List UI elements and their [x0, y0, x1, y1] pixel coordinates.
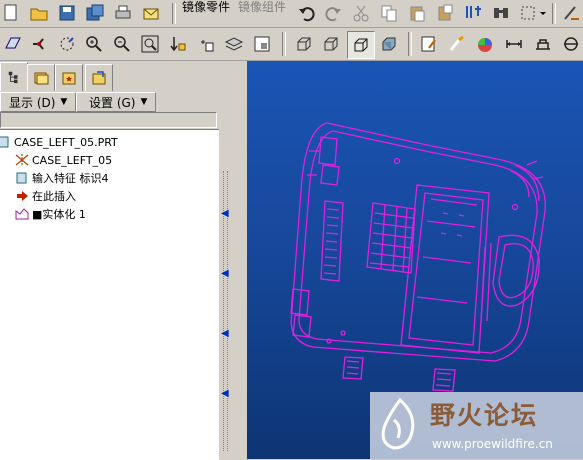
tree-item-label: 输入特征 标识4 [32, 172, 109, 185]
layer-tree-tab[interactable] [27, 64, 55, 91]
tree-item-insert-here[interactable]: 在此插入 [15, 188, 76, 204]
redo-icon[interactable] [322, 2, 344, 24]
collapse-left-icon[interactable]: ◀ [221, 209, 229, 219]
toolbar-separator [282, 32, 286, 56]
hidden-line-display-icon[interactable] [320, 33, 342, 55]
send-mail-icon[interactable] [140, 2, 162, 24]
settings-menu-label: 设置 (G) [89, 95, 136, 110]
import-feature-icon [15, 171, 29, 185]
save-icon[interactable] [56, 2, 78, 24]
reorient-icon[interactable] [167, 33, 189, 55]
appearance-icon[interactable] [446, 33, 468, 55]
navigator-panel: 显示 (D) ▼ 设置 (G) ▼ CASE_LEFT_05.PRT CASE_… [0, 61, 219, 460]
paste-icon[interactable] [406, 2, 428, 24]
chevron-down-icon: ▼ [140, 97, 148, 107]
measure-icon[interactable] [503, 33, 525, 55]
solidify-icon [15, 207, 29, 221]
zoom-out-icon[interactable] [111, 33, 133, 55]
find-icon[interactable] [490, 2, 512, 24]
tree-item-label: ■实体化 1 [32, 208, 86, 221]
cut-icon[interactable] [350, 2, 372, 24]
toolbar-separator [552, 3, 556, 24]
toolbar-separator [408, 32, 412, 56]
collapse-left-icon[interactable]: ◀ [221, 389, 229, 399]
datum-axis-display-icon[interactable] [29, 33, 51, 55]
folder-layers-icon [34, 72, 49, 85]
copy-icon[interactable] [378, 2, 400, 24]
model-setup-icon[interactable] [418, 33, 440, 55]
no-hidden-display-icon[interactable] [347, 31, 375, 59]
connections-folder-icon [92, 71, 106, 85]
tree-filter-bar[interactable] [0, 112, 217, 128]
chevron-down-icon: ▼ [60, 97, 68, 107]
print-icon[interactable] [112, 2, 134, 24]
part-icon [0, 135, 11, 149]
connections-tab[interactable] [85, 64, 113, 91]
save-copy-icon[interactable] [84, 2, 106, 24]
tree-item-solidify[interactable]: ■实体化 1 [15, 206, 86, 222]
tree-item-label: CASE_LEFT_05 [32, 153, 113, 167]
tree-item-import-feature[interactable]: 输入特征 标识4 [15, 170, 109, 186]
favorites-tab[interactable] [55, 64, 83, 91]
model-tree-icon [8, 71, 18, 84]
settings-menu-button[interactable]: 设置 (G) ▼ [76, 92, 156, 112]
zoom-in-icon[interactable] [83, 33, 105, 55]
show-menu-label: 显示 (D) [9, 95, 56, 110]
datum-plane-display-icon[interactable] [2, 33, 24, 55]
favorites-folder-icon [62, 72, 76, 85]
insert-here-arrow-icon [15, 189, 29, 203]
view-toolbar [0, 28, 583, 61]
view-manager-icon[interactable] [251, 33, 273, 55]
color-palette-icon[interactable] [474, 33, 496, 55]
chevron-down-icon[interactable] [538, 2, 548, 24]
saved-views-icon[interactable] [195, 33, 217, 55]
forum-watermark: 野火论坛 www.proewildfire.cn [370, 392, 583, 459]
mirror-assembly-label[interactable]: 镜像组件 [238, 0, 286, 14]
show-menu-button[interactable]: 显示 (D) ▼ [0, 92, 76, 112]
refit-icon[interactable] [139, 33, 161, 55]
watermark-title: 野火论坛 [430, 401, 539, 430]
section-analysis-icon[interactable] [560, 33, 582, 55]
sketch-tool-icon[interactable] [560, 2, 582, 24]
collapse-left-icon[interactable]: ◀ [221, 269, 229, 279]
collapse-left-icon[interactable]: ◀ [221, 329, 229, 339]
model-tree-tab[interactable] [0, 62, 28, 91]
model-tree: CASE_LEFT_05.PRT CASE_LEFT_05 输入特征 标识4 在… [0, 129, 219, 460]
toolbar-separator [172, 3, 176, 24]
select-box-icon[interactable] [518, 2, 540, 24]
model-analysis-icon[interactable] [532, 33, 554, 55]
flame-logo-icon [381, 397, 415, 450]
datum-point-display-icon[interactable] [56, 33, 78, 55]
panel-splitter[interactable]: ◀ ◀ ◀ ◀ [219, 61, 247, 459]
wireframe-display-icon[interactable] [293, 33, 315, 55]
tree-item-label: 在此插入 [32, 190, 76, 203]
regenerate-icon[interactable] [462, 2, 484, 24]
open-folder-icon[interactable] [28, 2, 50, 24]
watermark-url: www.proewildfire.cn [432, 437, 553, 451]
tree-item-label: CASE_LEFT_05.PRT [14, 135, 118, 149]
new-file-icon[interactable] [0, 2, 22, 24]
mirror-part-label[interactable]: 镜像零件 [182, 0, 230, 14]
shaded-display-icon[interactable] [378, 33, 400, 55]
paste-special-icon[interactable] [434, 2, 456, 24]
csys-icon [15, 153, 29, 167]
tree-item-part[interactable]: CASE_LEFT_05.PRT [0, 134, 118, 150]
main-toolbar: 镜像零件 镜像组件 [0, 0, 583, 28]
undo-icon[interactable] [296, 2, 318, 24]
tree-item-csys[interactable]: CASE_LEFT_05 [15, 152, 112, 168]
layers-icon[interactable] [223, 33, 245, 55]
